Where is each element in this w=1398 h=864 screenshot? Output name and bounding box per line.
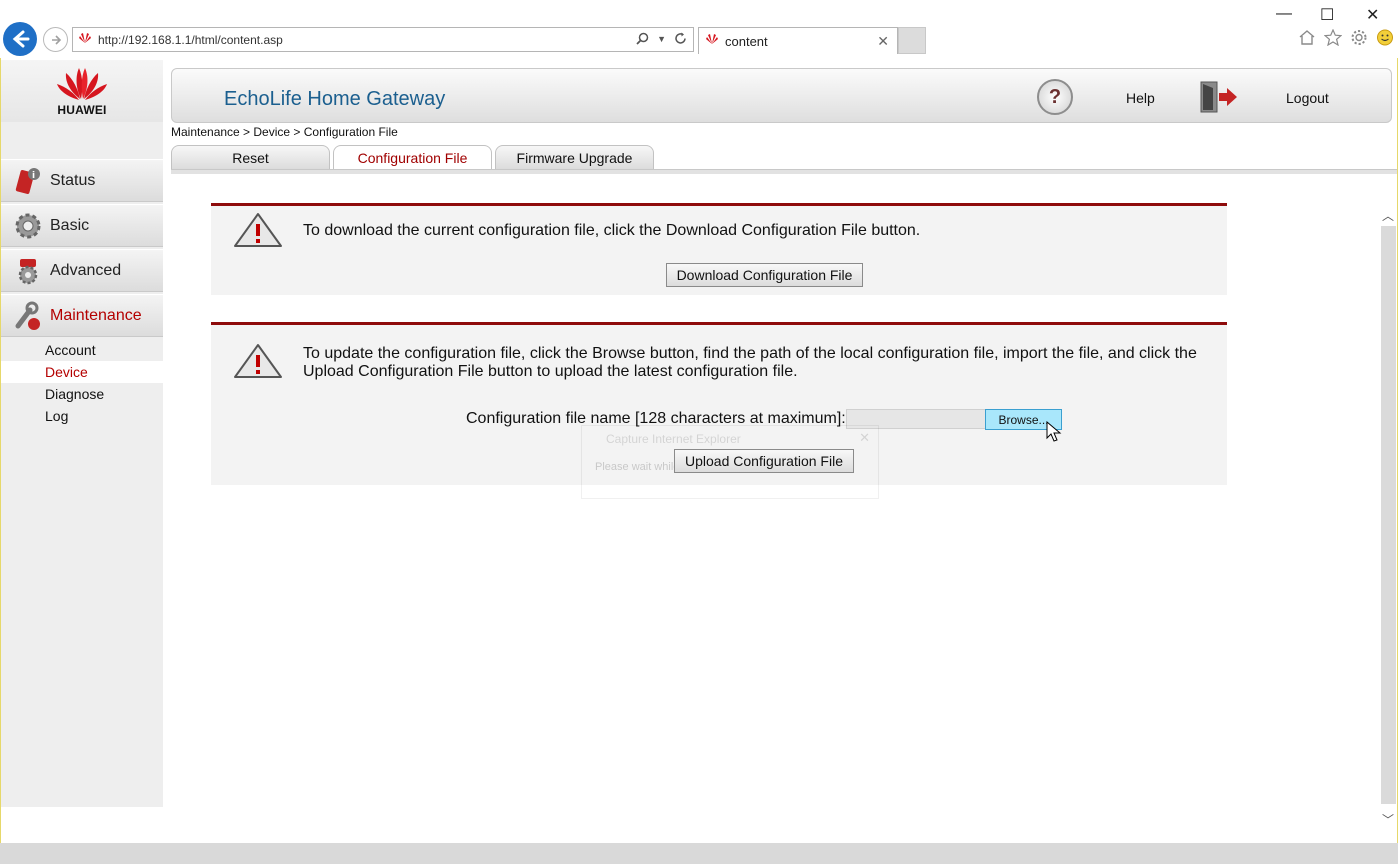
url-text: http://192.168.1.1/html/content.asp: [98, 32, 283, 47]
vertical-scrollbar[interactable]: ︿ ﹀: [1380, 193, 1397, 830]
tab-title: content: [725, 33, 768, 49]
tab-firmware-upgrade[interactable]: Firmware Upgrade: [495, 145, 654, 169]
logo-text: HUAWEI: [57, 103, 107, 117]
site-favicon-icon: [78, 31, 92, 49]
tab-divider: [171, 169, 1397, 174]
address-bar[interactable]: http://192.168.1.1/html/content.asp ▼: [72, 27, 694, 52]
search-icon[interactable]: [636, 32, 649, 48]
window-close-icon[interactable]: ✕: [1366, 5, 1379, 25]
warning-icon: [233, 343, 283, 379]
tab-reset[interactable]: Reset: [171, 145, 330, 169]
back-arrow-icon[interactable]: [3, 22, 37, 56]
ghost-close-icon: ✕: [859, 430, 870, 445]
browser-status-bar: [0, 843, 1398, 864]
scrollbar-thumb[interactable]: [1381, 226, 1396, 804]
ghost-dialog-title: Capture Internet Explorer: [606, 432, 741, 446]
gear-icon[interactable]: [1350, 29, 1368, 51]
new-tab-button[interactable]: [898, 27, 926, 54]
maintenance-icon: [11, 299, 45, 333]
maximize-icon[interactable]: ☐: [1320, 5, 1334, 25]
upload-description-line1: To update the configuration file, click …: [303, 345, 1197, 362]
nav-label: Basic: [50, 216, 90, 234]
upload-config-button[interactable]: Upload Configuration File: [674, 449, 854, 473]
dropdown-icon[interactable]: ▼: [657, 32, 666, 48]
huawei-logo: HUAWEI: [1, 60, 163, 122]
logout-door-icon[interactable]: [1199, 80, 1239, 114]
download-description: To download the current configuration fi…: [303, 222, 921, 239]
download-panel: To download the current configuration fi…: [211, 203, 1227, 295]
svg-text:i: i: [32, 171, 35, 181]
maintenance-subnav: Account Device Diagnose Log: [1, 339, 163, 427]
huawei-petals-icon: [57, 68, 107, 100]
subnav-item-account[interactable]: Account: [1, 339, 163, 361]
nav-item-advanced[interactable]: Advanced: [1, 249, 163, 292]
subnav-item-diagnose[interactable]: Diagnose: [1, 383, 163, 405]
nav-label: Advanced: [50, 261, 122, 279]
refresh-icon[interactable]: [674, 32, 687, 48]
scroll-down-icon[interactable]: ﹀: [1382, 811, 1394, 828]
nav-item-basic[interactable]: Basic: [1, 204, 163, 247]
star-icon[interactable]: [1323, 28, 1343, 51]
help-link[interactable]: Help: [1126, 90, 1155, 106]
advanced-icon: [11, 254, 45, 288]
nav-item-status[interactable]: i Status: [1, 159, 163, 202]
gateway-header: EchoLife Home Gateway ? Help Logout: [171, 68, 1392, 123]
tab-configuration-file[interactable]: Configuration File: [333, 145, 492, 169]
warning-icon: [233, 212, 283, 248]
download-config-button[interactable]: Download Configuration File: [666, 263, 863, 287]
mouse-cursor-icon: [1046, 420, 1062, 448]
subnav-item-log[interactable]: Log: [1, 405, 163, 427]
tab-close-icon[interactable]: ✕: [877, 33, 889, 50]
breadcrumb: Maintenance > Device > Configuration Fil…: [171, 125, 398, 139]
smiley-icon[interactable]: [1376, 29, 1394, 51]
help-icon[interactable]: ?: [1037, 79, 1073, 115]
status-icon: i: [11, 164, 45, 198]
basic-gear-icon: [11, 209, 45, 243]
left-navigation: HUAWEI i Status Basic Advanced Maintenan…: [1, 60, 163, 807]
forward-arrow-icon[interactable]: [43, 27, 68, 52]
nav-item-maintenance[interactable]: Maintenance: [1, 294, 163, 337]
nav-label: Status: [50, 171, 96, 189]
scroll-up-icon[interactable]: ︿: [1382, 207, 1394, 224]
browser-tab[interactable]: content ✕: [698, 27, 898, 54]
logout-link[interactable]: Logout: [1286, 90, 1329, 106]
tab-favicon-icon: [705, 32, 719, 50]
upload-description-line2: Upload Configuration File button to uplo…: [303, 363, 798, 380]
subnav-item-device[interactable]: Device: [1, 361, 163, 383]
page-title: EchoLife Home Gateway: [224, 88, 446, 110]
nav-label: Maintenance: [50, 306, 142, 324]
minimize-icon[interactable]: —: [1276, 5, 1292, 23]
browser-toolbar: http://192.168.1.1/html/content.asp ▼ co…: [0, 0, 1398, 58]
home-icon[interactable]: [1298, 29, 1316, 51]
